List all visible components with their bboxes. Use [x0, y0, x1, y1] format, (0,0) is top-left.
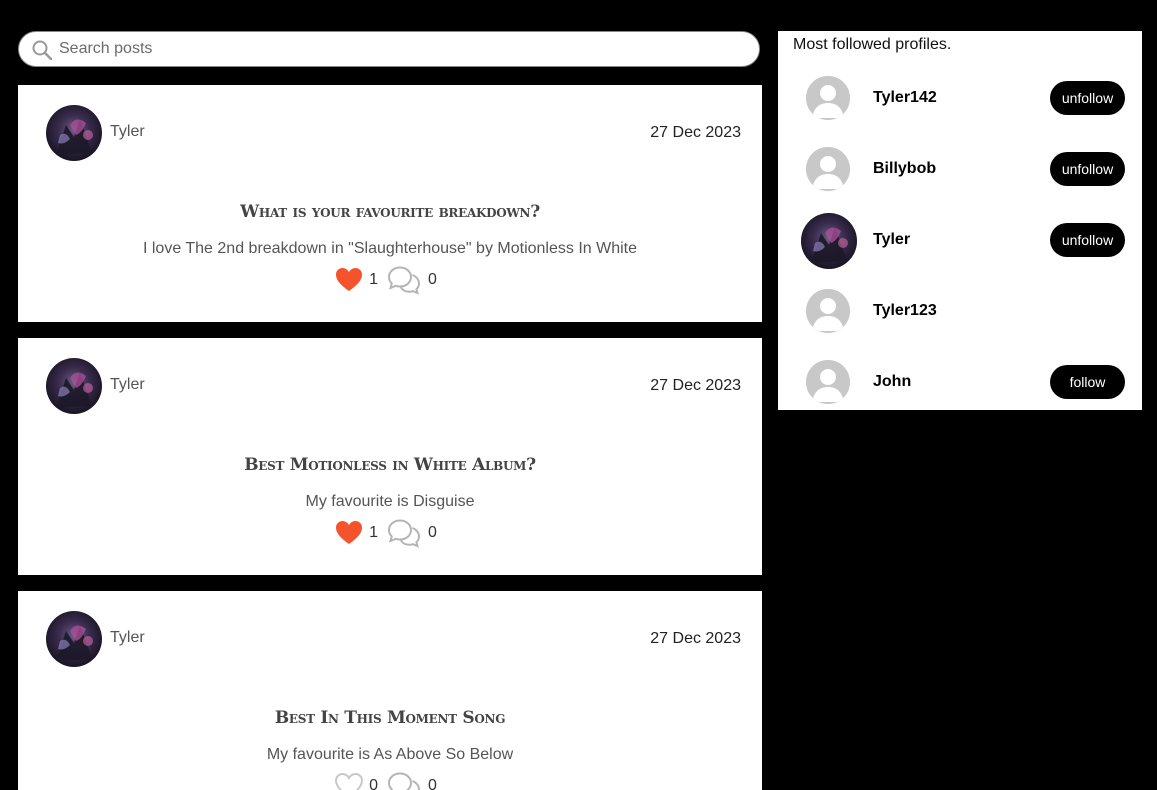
search-input[interactable]: [59, 32, 739, 66]
profile-row: John follow: [778, 355, 1142, 411]
profile-row: Tyler142 unfollow: [778, 71, 1142, 127]
post-author[interactable]: Tyler: [110, 123, 145, 141]
heart-outline-icon[interactable]: [335, 773, 364, 790]
post-date: 27 Dec 2023: [650, 630, 741, 647]
default-avatar-icon[interactable]: [806, 147, 850, 191]
default-avatar-icon[interactable]: [806, 76, 850, 120]
default-avatar-icon[interactable]: [806, 289, 850, 333]
profile-name[interactable]: Billybob: [873, 160, 936, 178]
search-icon: [32, 40, 52, 60]
profile-row: Tyler123: [778, 284, 1142, 340]
profile-avatar[interactable]: [801, 213, 857, 269]
profile-name[interactable]: Tyler142: [873, 89, 937, 107]
like-count: 1: [369, 271, 378, 288]
like-count: 0: [369, 777, 378, 790]
post-actions: 1 0: [18, 265, 762, 295]
post-author[interactable]: Tyler: [110, 629, 145, 647]
comment-icon[interactable]: [386, 771, 422, 790]
author-avatar[interactable]: [46, 105, 102, 161]
post-body: My favourite is As Above So Below: [266, 746, 514, 763]
post-date: 27 Dec 2023: [650, 124, 741, 141]
profile-name[interactable]: Tyler123: [873, 302, 937, 320]
heart-icon[interactable]: [335, 267, 363, 293]
heart-icon[interactable]: [335, 520, 363, 546]
post-body: My favourite is Disguise: [305, 493, 475, 510]
unfollow-button[interactable]: unfollow: [1050, 81, 1125, 115]
post-card[interactable]: Tyler 27 Dec 2023 Best Motionless in Whi…: [18, 338, 762, 575]
post-author[interactable]: Tyler: [110, 376, 145, 394]
post-title[interactable]: What is your favourite breakdown?: [18, 202, 762, 222]
profile-row: Billybob unfollow: [778, 142, 1142, 198]
post-title[interactable]: Best Motionless in White Album?: [18, 455, 762, 475]
like-count: 1: [369, 524, 378, 541]
search-bar[interactable]: [18, 31, 760, 67]
post-body: I love The 2nd breakdown in "Slaughterho…: [142, 240, 637, 257]
post-date: 27 Dec 2023: [650, 377, 741, 394]
post-title[interactable]: Best In This Moment Song: [18, 708, 762, 728]
comment-icon[interactable]: [386, 265, 422, 295]
default-avatar-icon[interactable]: [806, 360, 850, 404]
post-actions: 0 0: [18, 771, 762, 790]
page: Tyler 27 Dec 2023 What is your favourite…: [0, 0, 1157, 790]
post-card[interactable]: Tyler 27 Dec 2023 What is your favourite…: [18, 85, 762, 322]
comment-count: 0: [428, 524, 437, 541]
post-actions: 1 0: [18, 518, 762, 548]
most-followed-sidebar: Most followed profiles. Tyler142 unfollo…: [778, 31, 1142, 410]
sidebar-title: Most followed profiles.: [793, 36, 952, 53]
profile-row: Tyler unfollow: [778, 213, 1142, 269]
author-avatar[interactable]: [46, 611, 102, 667]
follow-button[interactable]: follow: [1050, 365, 1125, 399]
unfollow-button[interactable]: unfollow: [1050, 152, 1125, 186]
post-feed: Tyler 27 Dec 2023 What is your favourite…: [18, 85, 762, 790]
comment-icon[interactable]: [386, 518, 422, 548]
post-card[interactable]: Tyler 27 Dec 2023 Best In This Moment So…: [18, 591, 762, 790]
comment-count: 0: [428, 271, 437, 288]
comment-count: 0: [428, 777, 437, 790]
profile-name[interactable]: Tyler: [873, 231, 910, 249]
author-avatar[interactable]: [46, 358, 102, 414]
unfollow-button[interactable]: unfollow: [1050, 223, 1125, 257]
profile-name[interactable]: John: [873, 373, 911, 391]
